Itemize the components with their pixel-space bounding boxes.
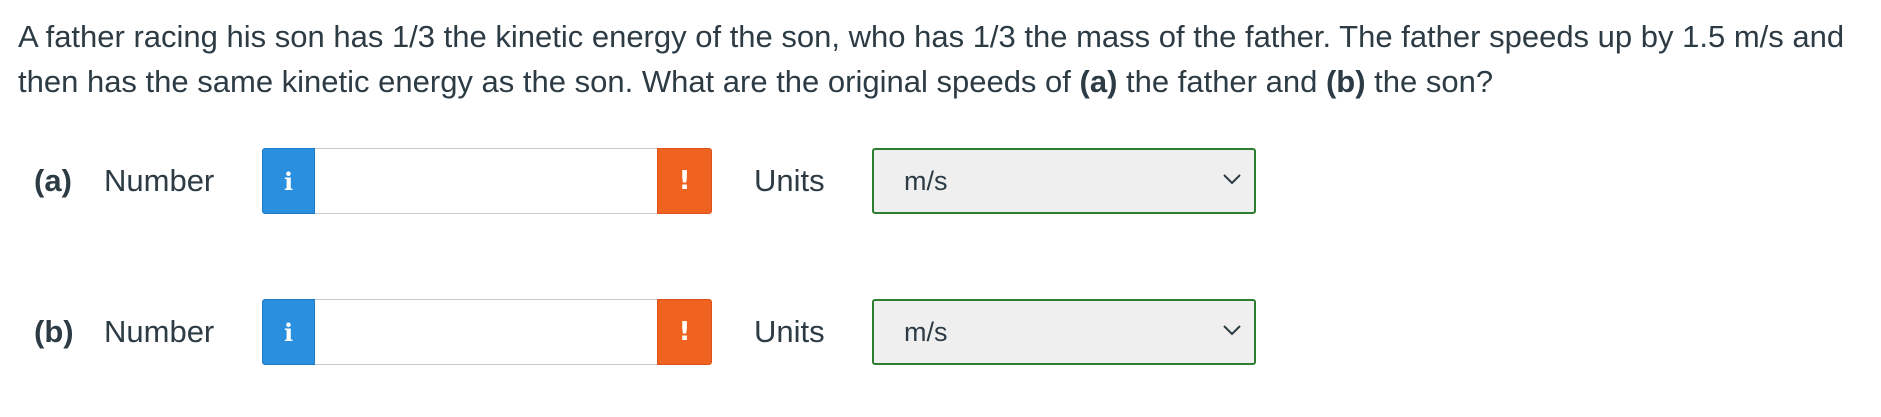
units-select-value: m/s [904, 166, 948, 196]
info-icon[interactable]: i [262, 299, 315, 365]
answer-row-a: (a) Number i ! Units m/s [0, 148, 1881, 214]
units-select[interactable]: m/s [872, 148, 1256, 214]
units-select[interactable]: m/s [872, 299, 1256, 365]
question-part-a-marker: (a) [1079, 64, 1118, 99]
number-input[interactable] [315, 148, 657, 214]
question-part-b-marker: (b) [1325, 64, 1366, 99]
answer-row-b: (b) Number i ! Units m/s [0, 299, 1881, 365]
part-label: (b) [34, 314, 74, 349]
units-label: Units [754, 163, 825, 198]
chevron-down-icon [1223, 325, 1241, 336]
question-text: A father racing his son has 1/3 the kine… [18, 14, 1858, 104]
question-text-part3: the son? [1365, 64, 1494, 99]
part-label: (a) [34, 163, 72, 198]
question-text-part1: A father racing his son has 1/3 the kine… [18, 19, 1845, 99]
number-label: Number [104, 314, 215, 349]
warning-icon[interactable]: ! [657, 299, 712, 365]
warning-icon[interactable]: ! [657, 148, 712, 214]
chevron-down-icon [1223, 174, 1241, 185]
info-icon[interactable]: i [262, 148, 315, 214]
units-label: Units [754, 314, 825, 349]
number-label: Number [104, 163, 215, 198]
number-input[interactable] [315, 299, 657, 365]
units-select-value: m/s [904, 317, 948, 347]
question-text-part2: the father and [1117, 64, 1326, 99]
